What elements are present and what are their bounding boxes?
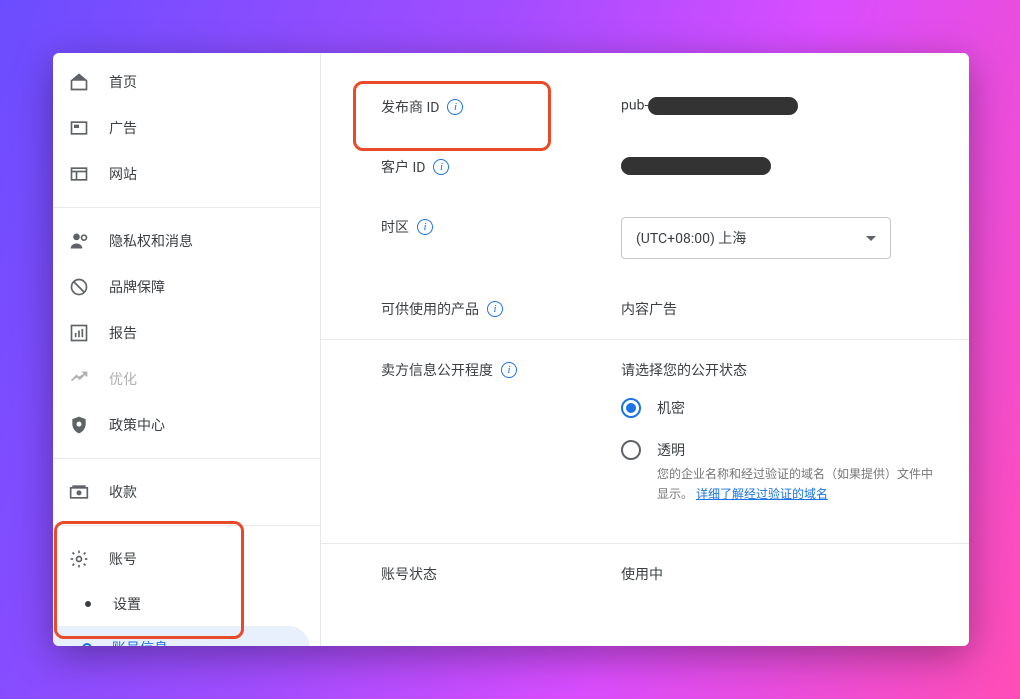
row-account-status: 账号状态 使用中 [321, 543, 969, 604]
customer-id-label: 客户 ID [381, 157, 425, 177]
chevron-down-icon [866, 236, 876, 241]
shield-icon [67, 413, 91, 437]
sidebar-item-brand[interactable]: 品牌保障 [53, 264, 320, 310]
timezone-value: (UTC+08:00) 上海 [636, 228, 746, 248]
bullet-icon [85, 601, 91, 607]
sidebar-label: 政策中心 [109, 415, 165, 435]
info-icon[interactable]: i [433, 159, 449, 175]
sidebar-label: 隐私权和消息 [109, 231, 193, 251]
row-timezone: 时区 i (UTC+08:00) 上海 [321, 197, 969, 279]
ad-icon [67, 116, 91, 140]
radio-label: 机密 [657, 398, 685, 418]
sidebar-label: 账号 [109, 549, 137, 569]
row-customer-id: 客户 ID i [321, 137, 969, 197]
block-icon [67, 275, 91, 299]
row-seller-info: 卖方信息公开程度 i 请选择您的公开状态 机密 [321, 339, 969, 543]
radio-option-transparent[interactable]: 透明 您的企业名称和经过验证的域名（如果提供）文件中显示。 详细了解经过验证的域… [621, 440, 933, 505]
customer-id-value [621, 157, 933, 175]
redacted-value [621, 157, 771, 175]
radio-option-confidential[interactable]: 机密 [621, 398, 933, 422]
verified-domain-link[interactable]: 详细了解经过验证的域名 [696, 487, 828, 501]
seller-info-label: 卖方信息公开程度 [381, 360, 493, 380]
publisher-id-label: 发布商 ID [381, 97, 439, 117]
sidebar-item-payments[interactable]: 收款 [53, 469, 320, 515]
privacy-icon [67, 229, 91, 253]
radio-button[interactable] [621, 398, 641, 418]
radio-description: 您的企业名称和经过验证的域名（如果提供）文件中显示。 详细了解经过验证的域名 [657, 464, 933, 505]
sidebar-item-privacy[interactable]: 隐私权和消息 [53, 218, 320, 264]
seller-info-prompt: 请选择您的公开状态 [621, 360, 933, 380]
bullet-active-icon [82, 643, 92, 646]
sidebar: 首页 广告 网站 [53, 53, 321, 646]
sidebar-item-account[interactable]: 账号 [53, 536, 320, 582]
info-icon[interactable]: i [487, 301, 503, 317]
publisher-id-value: pub- [621, 97, 933, 115]
row-publisher-id: 发布商 ID i pub- [321, 77, 969, 137]
sidebar-sub-account-info[interactable]: 账号信息 [53, 626, 310, 646]
info-icon[interactable]: i [501, 362, 517, 378]
sidebar-sub-settings[interactable]: 设置 [53, 582, 320, 626]
info-icon[interactable]: i [417, 219, 433, 235]
sidebar-label: 首页 [109, 72, 137, 92]
sidebar-label: 优化 [109, 369, 137, 389]
home-icon [67, 70, 91, 94]
sidebar-label: 品牌保障 [109, 277, 165, 297]
account-status-value: 使用中 [621, 564, 933, 584]
row-products: 可供使用的产品 i 内容广告 [321, 279, 969, 339]
optimize-icon [67, 367, 91, 391]
sidebar-item-sites[interactable]: 网站 [53, 151, 320, 197]
sidebar-label: 网站 [109, 164, 137, 184]
sidebar-sub-label: 设置 [113, 594, 141, 614]
main-content: 发布商 ID i pub- 客户 ID i [321, 53, 969, 646]
timezone-label: 时区 [381, 217, 409, 237]
products-label: 可供使用的产品 [381, 299, 479, 319]
info-icon[interactable]: i [447, 99, 463, 115]
timezone-select[interactable]: (UTC+08:00) 上海 [621, 217, 891, 259]
sidebar-item-home[interactable]: 首页 [53, 59, 320, 105]
sidebar-sub-label: 账号信息 [112, 638, 168, 646]
sidebar-item-optimize[interactable]: 优化 [53, 356, 320, 402]
redacted-value [648, 97, 798, 115]
account-status-label: 账号状态 [381, 564, 437, 584]
sidebar-item-policy[interactable]: 政策中心 [53, 402, 320, 448]
app-window: 首页 广告 网站 [53, 53, 969, 646]
sidebar-item-reports[interactable]: 报告 [53, 310, 320, 356]
sidebar-label: 报告 [109, 323, 137, 343]
radio-label: 透明 [657, 440, 933, 460]
products-value: 内容广告 [621, 299, 933, 319]
sidebar-item-ads[interactable]: 广告 [53, 105, 320, 151]
sidebar-label: 广告 [109, 118, 137, 138]
gear-icon [67, 547, 91, 571]
radio-button[interactable] [621, 440, 641, 460]
reports-icon [67, 321, 91, 345]
site-icon [67, 162, 91, 186]
sidebar-label: 收款 [109, 482, 137, 502]
payments-icon [67, 480, 91, 504]
